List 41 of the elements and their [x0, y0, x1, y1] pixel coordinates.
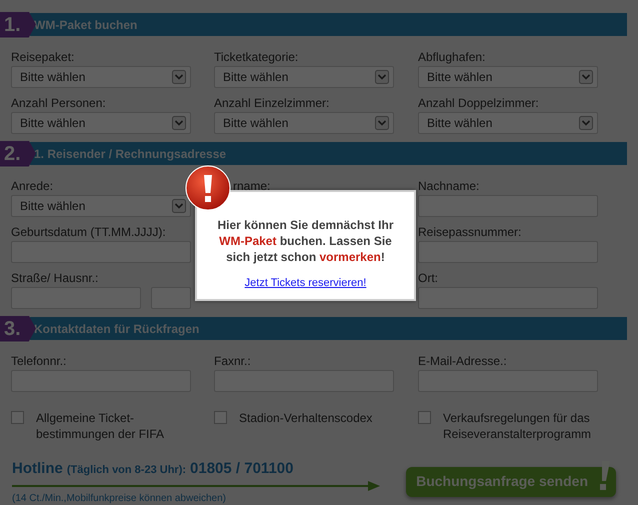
field-label: Anzahl Doppelzimmer: [418, 96, 540, 110]
checkbox-label: Verkaufsregelungen für das Reiseveranstalterprogramm [442, 410, 592, 442]
field-label: Reisepassnummer: [418, 225, 522, 239]
field-label: Straße/ Hausnr.: [11, 271, 100, 285]
select-field[interactable]: Bitte wählen [11, 112, 191, 134]
field-label: Anzahl Einzelzimmer: [214, 96, 330, 110]
checkbox-label: Allgemeine Ticket-bestimmungen der FIFA [35, 410, 166, 442]
reserve-tickets-link[interactable]: Jetzt Tickets reservieren! [244, 275, 366, 292]
checkbox[interactable] [418, 411, 431, 424]
select-field[interactable]: Bitte wählen [11, 66, 191, 88]
select-field[interactable]: Bitte wählen [11, 195, 191, 217]
field-label: Telefonnr.: [11, 354, 68, 368]
field-label: Ticketkategorie: [214, 50, 300, 64]
hotline-label: Hotline [12, 459, 63, 479]
hotline-hours: (Täglich von 8-23 Uhr): [66, 463, 186, 478]
field-label: rname: [232, 179, 272, 193]
section-header: Kontaktdaten für Rückfragen [30, 317, 627, 340]
field-label: Faxnr.: [214, 354, 252, 368]
hotline-note: (14 Ct./Min.,Mobilfunkpreise können abweichen) [12, 492, 227, 505]
field-label: Nachname: [418, 179, 480, 193]
checkbox-label: Stadion-Verhaltenscodex [238, 410, 374, 426]
checkbox[interactable] [11, 411, 24, 424]
field-label: Ort: [418, 271, 439, 285]
text-input[interactable] [418, 241, 598, 263]
field-label: E-Mail-Adresse.: [418, 354, 508, 368]
select-field[interactable]: Bitte wählen [418, 112, 598, 134]
field-label: Anzahl Personen: [11, 96, 107, 110]
field-label: Geburtsdatum (TT.MM.JJJJ): [11, 225, 167, 239]
modal-message: Hier können Sie demnächst Ihr WM-Paket buchen. Lassen Sie sich jetzt schon vormerken! [216, 217, 395, 265]
checkbox[interactable] [214, 411, 227, 424]
field-label: Anrede: [11, 179, 54, 193]
text-input[interactable] [418, 195, 598, 217]
select-field[interactable]: Bitte wählen [214, 112, 394, 134]
text-input[interactable] [418, 287, 598, 309]
select-field[interactable]: Bitte wählen [418, 66, 598, 88]
section-header: 1. Reisender / Rechnungsadresse [30, 142, 627, 165]
section-header: WM-Paket buchen [30, 13, 627, 36]
select-field[interactable]: Bitte wählen [214, 66, 394, 88]
hotline-number: 01805 / 701100 [190, 459, 294, 479]
field-label: Abflughafen: [418, 50, 486, 64]
field-label: Reisepaket: [11, 50, 76, 64]
